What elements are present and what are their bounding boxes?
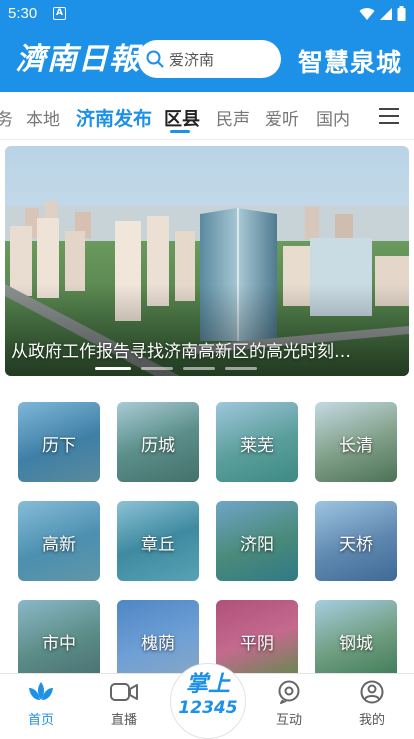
notification-icon: A bbox=[53, 7, 66, 20]
district-tile-laiwu[interactable]: 莱芜 bbox=[216, 402, 298, 482]
district-label: 平阴 bbox=[240, 634, 274, 654]
channel-tabs: 务 本地 济南发布 区县 民声 爱听 国内 bbox=[0, 92, 414, 140]
carousel-dot[interactable] bbox=[183, 367, 215, 370]
profile-icon bbox=[360, 680, 384, 704]
nav-label: 直播 bbox=[110, 713, 137, 728]
banner-caption: 从政府工作报告寻找济南高新区的高光时刻… bbox=[11, 342, 351, 362]
district-tile-lixia[interactable]: 历下 bbox=[18, 402, 100, 482]
tab-item[interactable]: 务 bbox=[0, 105, 13, 130]
hotline-12345-logo: 掌上 12345 bbox=[175, 668, 241, 734]
carousel-indicator bbox=[95, 367, 257, 370]
video-camera-icon bbox=[110, 683, 138, 701]
district-tile-gaoxin[interactable]: 高新 bbox=[18, 501, 100, 581]
tab-jinan-release[interactable]: 济南发布 bbox=[76, 104, 152, 131]
carousel-dot[interactable] bbox=[95, 367, 131, 370]
district-label: 天桥 bbox=[339, 535, 373, 555]
search-icon bbox=[146, 50, 164, 68]
carousel-dot[interactable] bbox=[141, 367, 173, 370]
chat-bubble-icon bbox=[278, 680, 300, 704]
district-tile-tianqiao[interactable]: 天桥 bbox=[315, 501, 397, 581]
district-tile-licheng[interactable]: 历城 bbox=[117, 402, 199, 482]
status-time: 5:30 bbox=[8, 5, 38, 22]
district-label: 章丘 bbox=[141, 535, 175, 555]
status-icons bbox=[359, 6, 406, 21]
tab-item[interactable]: 国内 bbox=[316, 105, 350, 130]
nav-profile[interactable]: 我的 bbox=[342, 680, 402, 728]
district-label: 历城 bbox=[141, 436, 175, 456]
tab-item[interactable]: 本地 bbox=[26, 105, 60, 130]
district-tile-shizhong[interactable]: 市中 bbox=[18, 600, 100, 680]
headline-banner[interactable]: 从政府工作报告寻找济南高新区的高光时刻… bbox=[5, 146, 409, 376]
district-label: 高新 bbox=[42, 535, 76, 555]
nav-live[interactable]: 直播 bbox=[94, 680, 154, 728]
cell-signal-icon bbox=[380, 7, 392, 20]
district-label: 济阳 bbox=[240, 535, 274, 555]
district-label: 长清 bbox=[339, 436, 373, 456]
wifi-icon bbox=[359, 7, 375, 20]
district-tile-jiyang[interactable]: 济阳 bbox=[216, 501, 298, 581]
nav-home[interactable]: 首页 bbox=[11, 680, 71, 728]
hotline-title: 掌上 bbox=[185, 672, 230, 697]
search-placeholder: 爱济南 bbox=[169, 51, 215, 69]
hotline-12345-button[interactable]: 掌上 12345 bbox=[170, 663, 246, 739]
district-tile-changqing[interactable]: 长清 bbox=[315, 402, 397, 482]
district-label: 市中 bbox=[42, 634, 76, 654]
tab-districts[interactable]: 区县 bbox=[164, 105, 200, 131]
carousel-dot[interactable] bbox=[225, 367, 257, 370]
app-header: 5:30 A 濟南日報 爱济南 智慧泉城 bbox=[0, 0, 414, 92]
brand-logo[interactable]: 濟南日報 bbox=[16, 40, 140, 80]
search-bar[interactable]: 爱济南 bbox=[138, 40, 281, 78]
battery-icon bbox=[397, 6, 406, 21]
hotline-number: 12345 bbox=[178, 698, 238, 718]
district-tile-zhangqiu[interactable]: 章丘 bbox=[117, 501, 199, 581]
active-tab-indicator bbox=[170, 130, 190, 133]
nav-interact[interactable]: 互动 bbox=[259, 680, 319, 728]
home-lotus-icon bbox=[29, 682, 53, 700]
status-bar: 5:30 A bbox=[0, 0, 414, 28]
district-label: 钢城 bbox=[339, 634, 373, 654]
menu-icon[interactable] bbox=[378, 107, 400, 125]
nav-label: 我的 bbox=[358, 713, 385, 728]
district-label: 历下 bbox=[42, 436, 76, 456]
district-label: 槐荫 bbox=[141, 634, 175, 654]
tab-item[interactable]: 爱听 bbox=[265, 105, 299, 130]
tab-item[interactable]: 民声 bbox=[216, 105, 250, 130]
nav-label: 互动 bbox=[275, 713, 302, 728]
district-tile-gangcheng[interactable]: 钢城 bbox=[315, 600, 397, 680]
district-label: 莱芜 bbox=[240, 436, 274, 456]
nav-label: 首页 bbox=[27, 713, 54, 728]
smart-city-logo[interactable]: 智慧泉城 bbox=[298, 43, 402, 79]
